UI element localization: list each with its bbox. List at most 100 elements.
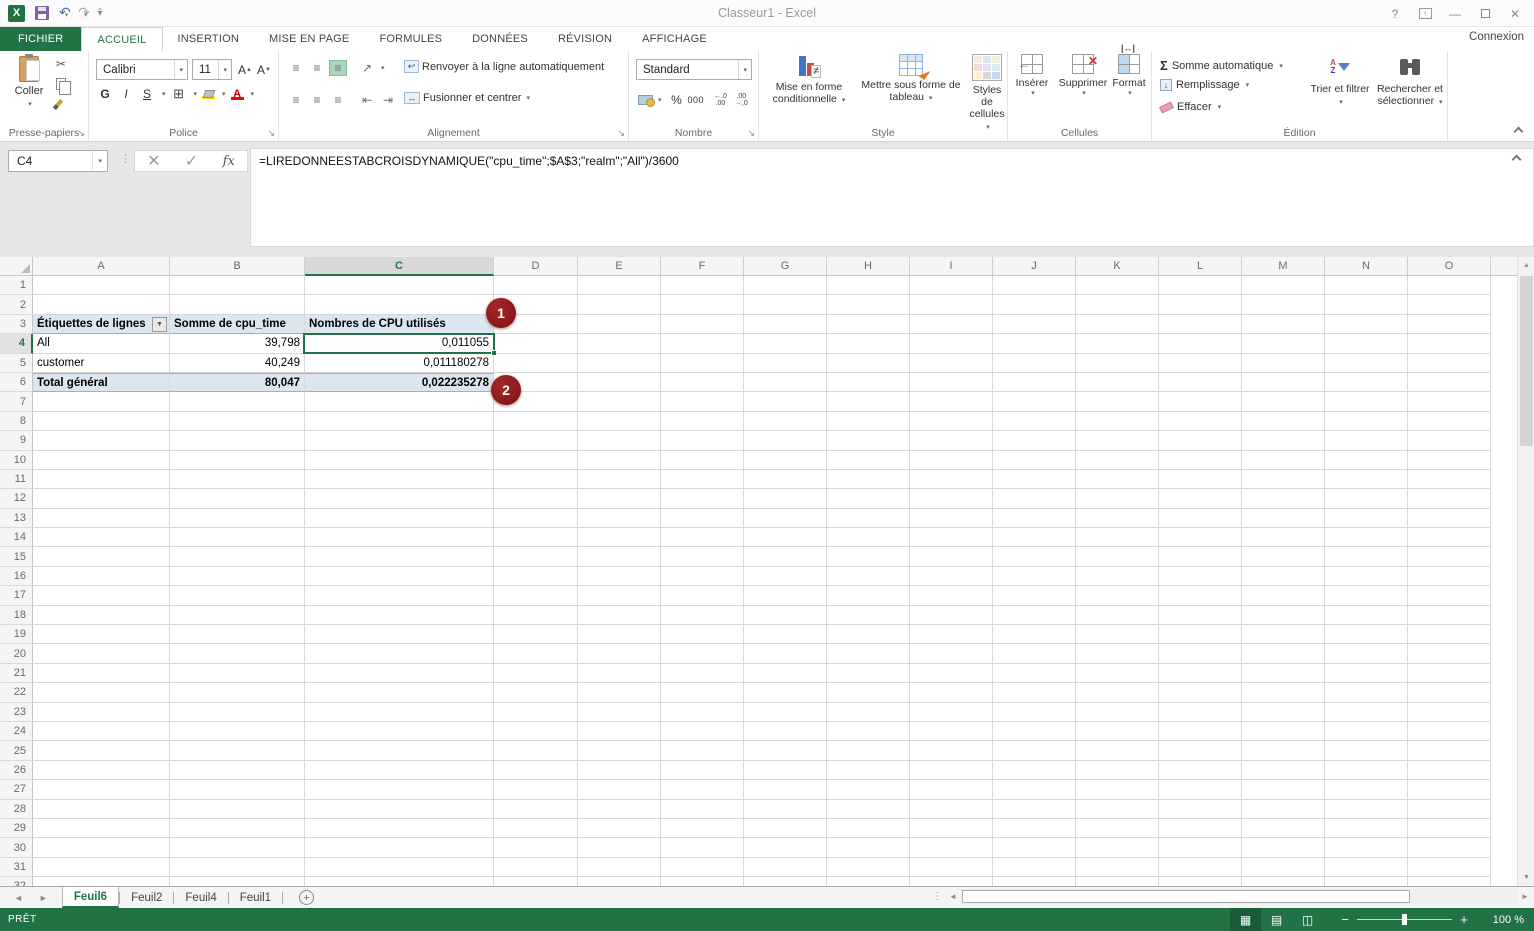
cell-L17[interactable]	[1159, 586, 1242, 605]
cell-K1[interactable]	[1076, 276, 1159, 295]
cell-B24[interactable]	[170, 722, 305, 741]
cell-I24[interactable]	[910, 722, 993, 741]
row-header-13[interactable]: 13	[0, 509, 33, 528]
cell-J13[interactable]	[993, 509, 1076, 528]
cell-M16[interactable]	[1242, 567, 1325, 586]
cell-F15[interactable]	[661, 547, 744, 566]
column-header-L[interactable]: L	[1159, 257, 1242, 276]
cell-B16[interactable]	[170, 567, 305, 586]
cell-A19[interactable]	[33, 625, 170, 644]
cell-C9[interactable]	[305, 431, 494, 450]
cell-M25[interactable]	[1242, 741, 1325, 760]
cell-L12[interactable]	[1159, 489, 1242, 508]
row-header-31[interactable]: 31	[0, 858, 33, 877]
row-header-30[interactable]: 30	[0, 838, 33, 857]
cell-N5[interactable]	[1325, 354, 1408, 373]
cell-D24[interactable]	[494, 722, 578, 741]
new-sheet-button[interactable]: +	[299, 890, 314, 905]
cell-J6[interactable]	[993, 373, 1076, 392]
row-header-6[interactable]: 6	[0, 373, 33, 392]
cell-E10[interactable]	[578, 451, 661, 470]
cut-button[interactable]: ✂	[56, 57, 66, 71]
cell-K5[interactable]	[1076, 354, 1159, 373]
cell-B23[interactable]	[170, 703, 305, 722]
cell-M27[interactable]	[1242, 780, 1325, 799]
cell-F29[interactable]	[661, 819, 744, 838]
cell-H28[interactable]	[827, 800, 910, 819]
row-header-12[interactable]: 12	[0, 489, 33, 508]
cell-J22[interactable]	[993, 683, 1076, 702]
cell-J12[interactable]	[993, 489, 1076, 508]
cell-D17[interactable]	[494, 586, 578, 605]
cell-G22[interactable]	[744, 683, 827, 702]
row-header-26[interactable]: 26	[0, 761, 33, 780]
cell-E1[interactable]	[578, 276, 661, 295]
cell-K32[interactable]	[1076, 877, 1159, 886]
cell-H2[interactable]	[827, 295, 910, 314]
cell-N13[interactable]	[1325, 509, 1408, 528]
cell-B17[interactable]	[170, 586, 305, 605]
cell-A16[interactable]	[33, 567, 170, 586]
cell-F28[interactable]	[661, 800, 744, 819]
cell-L30[interactable]	[1159, 838, 1242, 857]
cell-J18[interactable]	[993, 606, 1076, 625]
cell-J27[interactable]	[993, 780, 1076, 799]
cell-O17[interactable]	[1408, 586, 1491, 605]
cell-A12[interactable]	[33, 489, 170, 508]
cell-B11[interactable]	[170, 470, 305, 489]
cell-G6[interactable]	[744, 373, 827, 392]
cancel-formula-button[interactable]: ✕	[147, 151, 160, 171]
cell-C30[interactable]	[305, 838, 494, 857]
cell-E20[interactable]	[578, 644, 661, 663]
merge-center-dropdown[interactable]: ▾	[526, 94, 530, 102]
cell-L2[interactable]	[1159, 295, 1242, 314]
cell-I21[interactable]	[910, 664, 993, 683]
cell-B14[interactable]	[170, 528, 305, 547]
cell-D32[interactable]	[494, 877, 578, 886]
comma-style-button[interactable]: 000	[688, 91, 705, 109]
cell-N7[interactable]	[1325, 392, 1408, 411]
fill-color-button[interactable]	[202, 90, 215, 99]
cell-G24[interactable]	[744, 722, 827, 741]
cell-C10[interactable]	[305, 451, 494, 470]
cell-C2[interactable]	[305, 295, 494, 314]
cell-G27[interactable]	[744, 780, 827, 799]
cell-C31[interactable]	[305, 858, 494, 877]
cell-H17[interactable]	[827, 586, 910, 605]
cell-E18[interactable]	[578, 606, 661, 625]
cell-H21[interactable]	[827, 664, 910, 683]
column-header-K[interactable]: K	[1076, 257, 1159, 276]
cell-A31[interactable]	[33, 858, 170, 877]
formula-input[interactable]: =LIREDONNEESTABCROISDYNAMIQUE("cpu_time"…	[250, 148, 1534, 247]
percent-style-button[interactable]: %	[669, 91, 685, 109]
cell-L22[interactable]	[1159, 683, 1242, 702]
borders-button[interactable]: ⊞	[171, 85, 187, 103]
cell-B7[interactable]	[170, 392, 305, 411]
cell-I10[interactable]	[910, 451, 993, 470]
cell-D28[interactable]	[494, 800, 578, 819]
cell-F27[interactable]	[661, 780, 744, 799]
cell-L29[interactable]	[1159, 819, 1242, 838]
cell-F12[interactable]	[661, 489, 744, 508]
cell-K24[interactable]	[1076, 722, 1159, 741]
align-top-button[interactable]: ≡	[287, 60, 305, 76]
row-header-24[interactable]: 24	[0, 722, 33, 741]
cell-M3[interactable]	[1242, 315, 1325, 334]
column-header-O[interactable]: O	[1408, 257, 1491, 276]
cell-I2[interactable]	[910, 295, 993, 314]
number-format-select[interactable]: Standard▾	[636, 59, 752, 80]
cell-K3[interactable]	[1076, 315, 1159, 334]
cell-O5[interactable]	[1408, 354, 1491, 373]
cell-G25[interactable]	[744, 741, 827, 760]
cell-B29[interactable]	[170, 819, 305, 838]
cell-K20[interactable]	[1076, 644, 1159, 663]
cell-C24[interactable]	[305, 722, 494, 741]
row-header-32[interactable]: 32	[0, 877, 33, 886]
cell-E5[interactable]	[578, 354, 661, 373]
sheet-tab-feuil4[interactable]: Feuil4	[174, 887, 227, 908]
cell-E3[interactable]	[578, 315, 661, 334]
cell-F24[interactable]	[661, 722, 744, 741]
cell-N30[interactable]	[1325, 838, 1408, 857]
cell-J32[interactable]	[993, 877, 1076, 886]
cell-D21[interactable]	[494, 664, 578, 683]
